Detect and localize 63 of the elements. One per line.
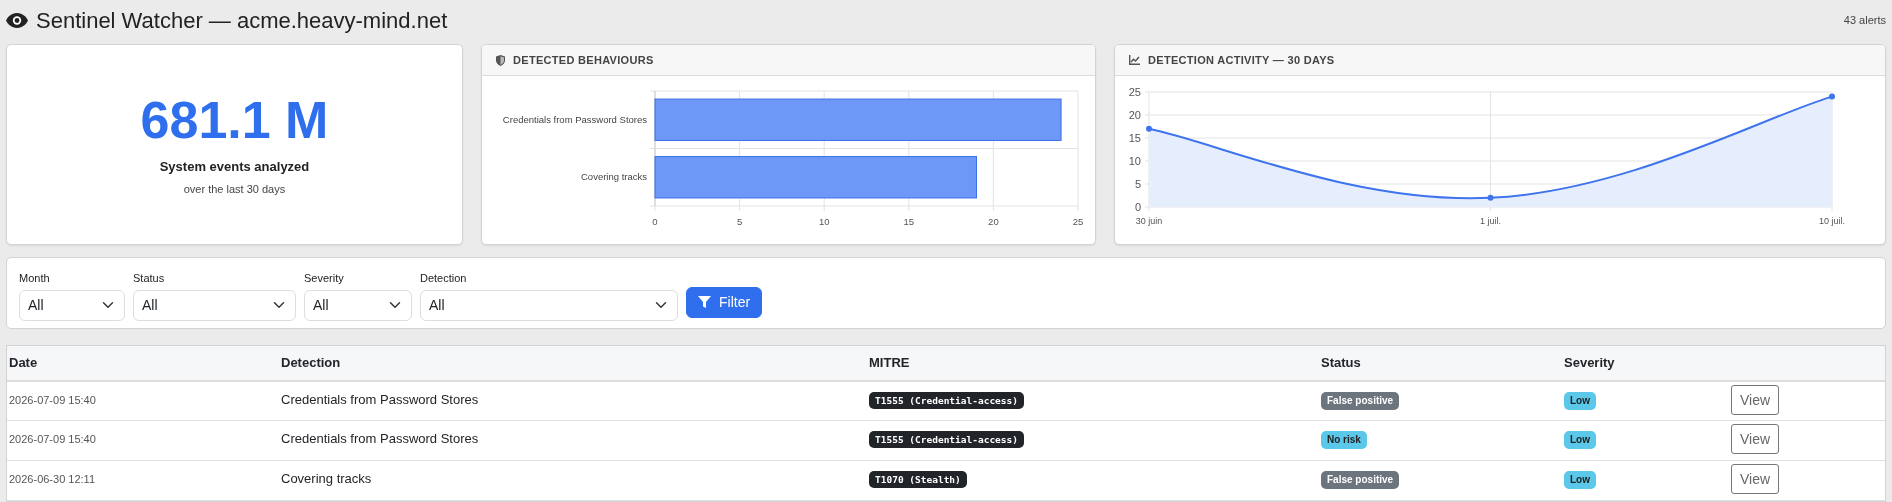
stat-value: 681.1 M (140, 91, 329, 150)
severity-tag: Low (1564, 471, 1596, 489)
data-point (1146, 125, 1152, 132)
field-label: Detection (420, 271, 467, 286)
column-header: Detection (279, 346, 867, 381)
status-tag: False positive (1321, 391, 1400, 410)
axis-label: 20 (988, 216, 999, 227)
axis-label: 10 (818, 216, 830, 227)
axis-label: 30 juin (1135, 216, 1163, 226)
axis-label: 10 (1128, 155, 1141, 167)
axis-label: 25 (1072, 216, 1084, 227)
axis-label: 15 (1128, 132, 1141, 144)
severity-tag: Low (1564, 391, 1596, 410)
axis-label: 0 (1134, 201, 1141, 213)
data-point (1487, 194, 1494, 201)
severity-tag: Low (1564, 431, 1596, 449)
panel-title: DETECTED BEHAVIOURS (513, 52, 654, 68)
data-point (1829, 93, 1835, 100)
column-header: MITRE (867, 346, 1319, 381)
axis-label: 15 (903, 216, 915, 227)
axis-label: Credentials from Password Stores (502, 113, 647, 125)
eye-icon (6, 12, 28, 28)
shield-icon (496, 54, 505, 66)
date-text: 2026-07-09 15:40 (9, 433, 96, 445)
line-chart-icon (1129, 55, 1140, 65)
axis-label: 10 juil. (1819, 216, 1845, 226)
axis-label: 20 (1128, 109, 1141, 121)
mitre-tag: T1555 (Credential-access) (869, 431, 1024, 449)
mitre-tag: T1070 (Stealth) (869, 471, 967, 489)
stat-sublabel: over the last 30 days (183, 181, 286, 197)
field-label: Status (133, 271, 165, 286)
dropdown[interactable]: All (19, 289, 125, 321)
filter-icon (698, 296, 711, 309)
view-button[interactable]: View (1731, 464, 1780, 495)
status-tag: No risk (1321, 431, 1367, 449)
column-header: Status (1319, 346, 1562, 381)
axis-label: 0 (652, 216, 658, 227)
view-button[interactable]: View (1731, 424, 1780, 455)
mitre-tag: T1555 (Credential-access) (869, 391, 1024, 409)
axis-label: 25 (1128, 86, 1141, 98)
alert-count: 43 alerts (1843, 12, 1886, 28)
axis-label: 1 juil. (1480, 216, 1501, 226)
axis-label: 5 (736, 216, 743, 227)
panel-title: DETECTION ACTIVITY — 30 DAYS (1148, 52, 1335, 68)
detection-text: Credentials from Password Stores (281, 391, 479, 407)
stat-label: System events analyzed (159, 158, 310, 177)
field-label: Severity (304, 271, 344, 286)
dropdown[interactable]: All (420, 289, 678, 321)
status-tag: False positive (1321, 471, 1400, 489)
page-title: Sentinel Watcher — acme.heavy-mind.net (36, 6, 448, 35)
dropdown[interactable]: All (133, 289, 296, 321)
column-header: Date (7, 346, 279, 381)
detection-text: Covering tracks (281, 471, 372, 486)
axis-label: 5 (1134, 178, 1141, 190)
date-text: 2026-07-09 15:40 (9, 393, 96, 406)
dropdown[interactable]: All (304, 289, 412, 321)
column-header: Severity (1562, 346, 1729, 381)
date-text: 2026-06-30 12:11 (9, 473, 96, 485)
field-label: Month (19, 271, 50, 286)
filter-button[interactable]: Filter (686, 287, 763, 318)
view-button[interactable]: View (1731, 384, 1780, 415)
axis-label: Covering tracks (581, 171, 647, 183)
detection-text: Credentials from Password Stores (281, 431, 479, 446)
